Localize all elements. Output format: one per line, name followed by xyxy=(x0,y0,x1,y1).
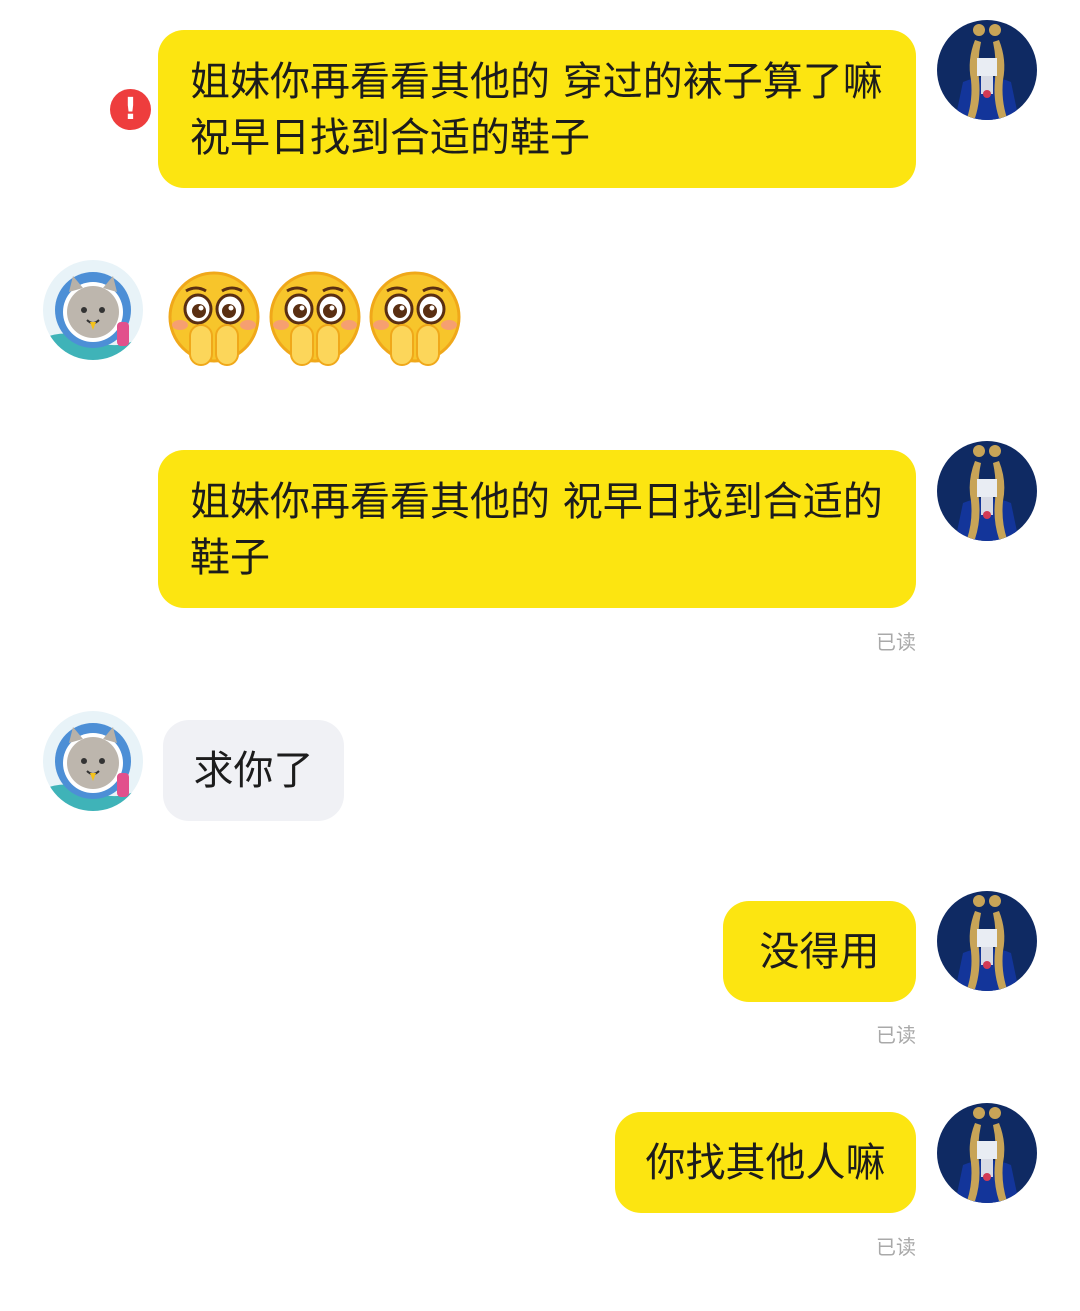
my-avatar[interactable] xyxy=(937,891,1037,991)
read-receipt: 已读 xyxy=(876,1023,916,1047)
pleading-hands-emoji-icon xyxy=(166,271,262,369)
contact-avatar[interactable] xyxy=(43,260,143,360)
message-text: 求你了 xyxy=(193,747,314,794)
my-avatar[interactable] xyxy=(937,20,1037,120)
my-avatar[interactable] xyxy=(937,1103,1037,1203)
message-bubble[interactable]: 没得用 xyxy=(723,901,916,1002)
message-text-line: 鞋子 xyxy=(190,535,270,581)
pleading-hands-emoji-icon xyxy=(267,271,363,369)
read-receipt: 已读 xyxy=(876,630,916,654)
message-bubble[interactable]: 姐妹你再看看其他的 祝早日找到合适的 鞋子 xyxy=(158,450,916,608)
message-bubble[interactable]: 姐妹你再看看其他的 穿过的袜子算了嘛 祝早日找到合适的鞋子 xyxy=(158,30,916,188)
my-avatar[interactable] xyxy=(937,441,1037,541)
message-text: 你找其他人嘛 xyxy=(645,1139,886,1186)
message-bubble[interactable]: 求你了 xyxy=(163,720,344,821)
message-text-line: 姐妹你再看看其他的 祝早日找到合适的 xyxy=(190,479,883,525)
message-text: 没得用 xyxy=(759,928,880,975)
read-receipt: 已读 xyxy=(876,1235,916,1259)
send-failed-icon[interactable]: ! xyxy=(110,89,151,130)
pleading-hands-emoji-icon xyxy=(367,271,463,369)
message-text-line: 祝早日找到合适的鞋子 xyxy=(190,115,590,161)
contact-avatar[interactable] xyxy=(43,711,143,811)
message-text-line: 姐妹你再看看其他的 穿过的袜子算了嘛 xyxy=(190,59,883,105)
message-bubble[interactable]: 你找其他人嘛 xyxy=(615,1112,916,1213)
